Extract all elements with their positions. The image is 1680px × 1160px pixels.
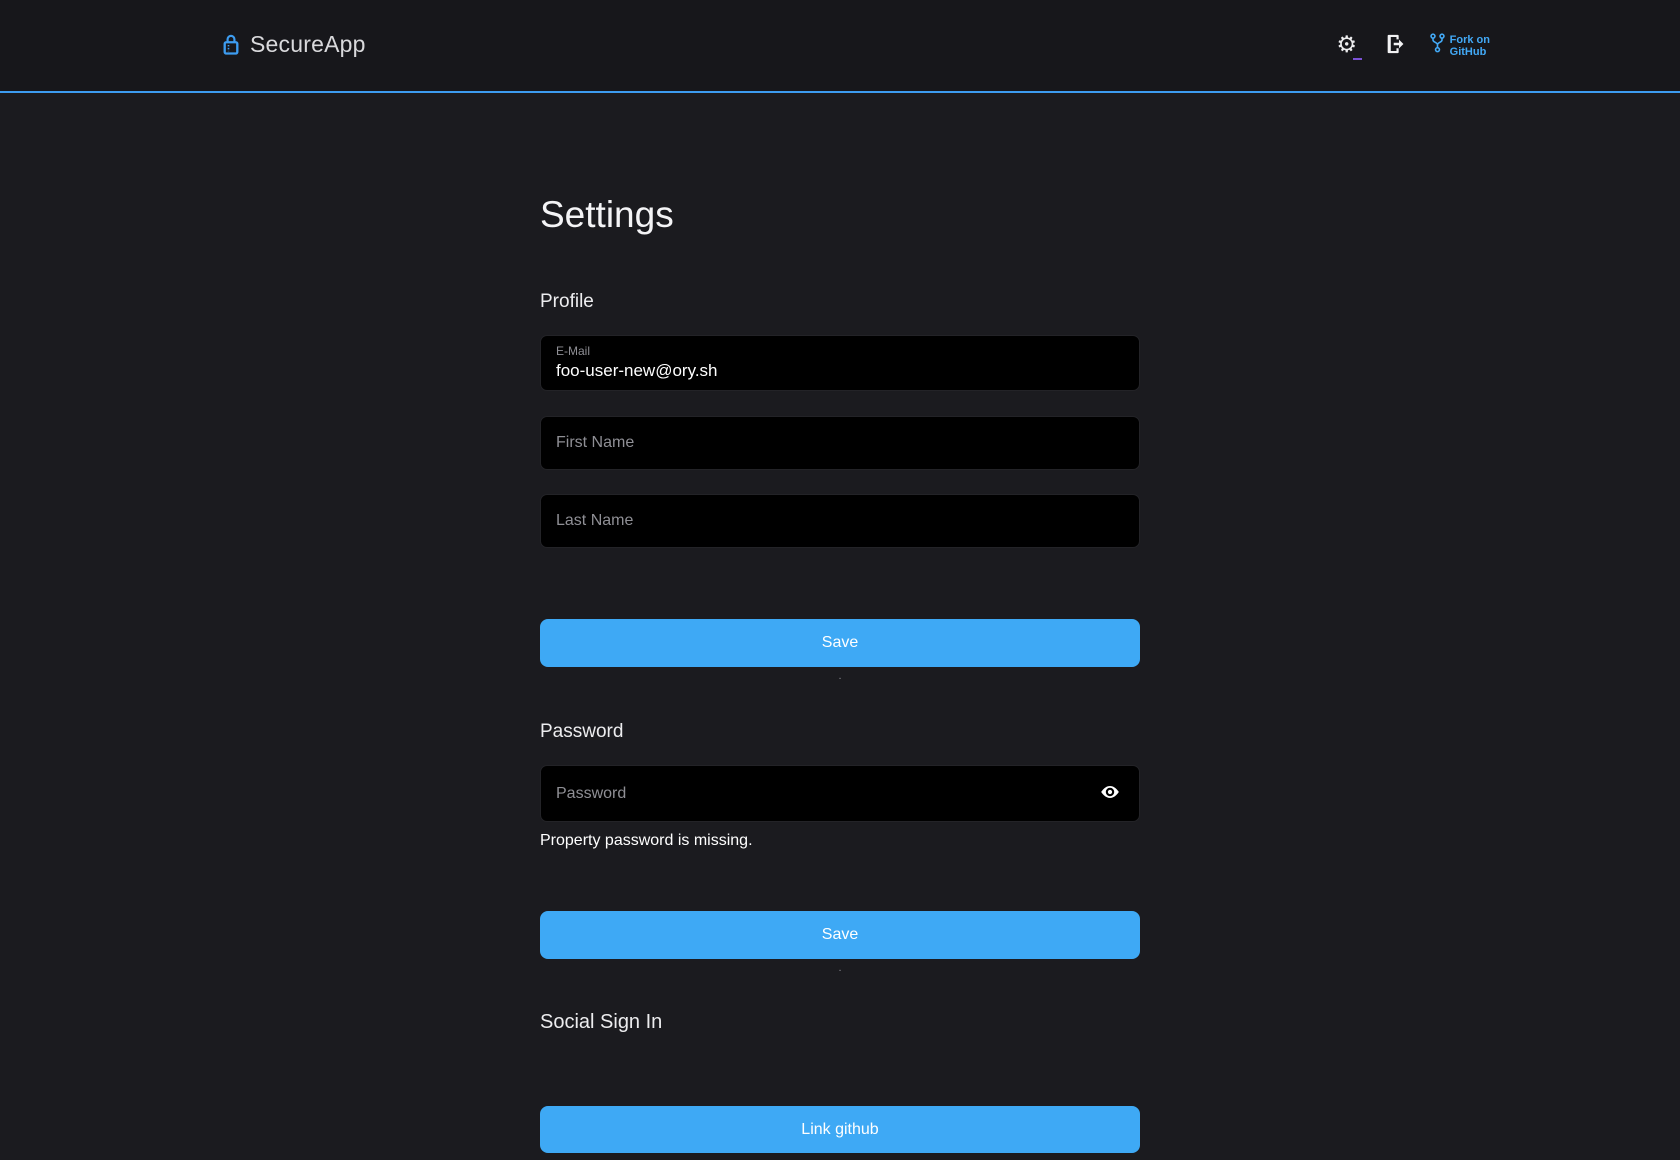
profile-status-dot: . [540, 669, 1140, 683]
page-title: Settings [540, 193, 1140, 236]
first-name-field [540, 416, 1140, 470]
lock-icon [222, 33, 240, 61]
social-section-heading: Social Sign In [540, 1010, 1140, 1034]
save-password-button[interactable]: Save [540, 911, 1140, 959]
header-actions: ⚙ Fork on GitHub [1334, 31, 1490, 61]
fork-icon [1430, 33, 1445, 58]
fork-link-line2: GitHub [1450, 46, 1487, 58]
gear-icon: ⚙ [1336, 34, 1357, 57]
link-github-button[interactable]: Link github [540, 1106, 1140, 1153]
password-section-heading: Password [540, 720, 1140, 743]
fork-link-text: Fork on GitHub [1450, 34, 1490, 58]
last-name-input[interactable] [556, 512, 1124, 530]
password-status-dot: . [540, 961, 1140, 975]
eye-icon [1099, 781, 1121, 806]
save-profile-button[interactable]: Save [540, 619, 1140, 667]
password-input[interactable] [556, 785, 1096, 803]
last-name-field [540, 494, 1140, 548]
email-input[interactable] [556, 358, 1124, 382]
email-label: E-Mail [556, 344, 1124, 358]
app-logo: SecureApp [222, 31, 366, 61]
profile-section-heading: Profile [540, 290, 1140, 313]
gear-underscore [1353, 58, 1362, 60]
toggle-password-visibility-button[interactable] [1096, 780, 1124, 808]
logout-button[interactable] [1382, 31, 1408, 61]
email-field: E-Mail [540, 335, 1140, 391]
app-title: SecureApp [250, 31, 366, 58]
fork-link-line1: Fork on [1450, 34, 1490, 46]
first-name-input[interactable] [556, 434, 1124, 452]
settings-content: Settings Profile E-Mail Save . Password … [540, 193, 1140, 1153]
password-error-message: Property password is missing. [540, 831, 1140, 850]
password-field [540, 765, 1140, 822]
logout-icon [1384, 33, 1406, 58]
fork-on-github-link[interactable]: Fork on GitHub [1430, 33, 1490, 58]
app-header: SecureApp ⚙ [0, 0, 1680, 93]
settings-gear-button[interactable]: ⚙ [1334, 31, 1360, 61]
